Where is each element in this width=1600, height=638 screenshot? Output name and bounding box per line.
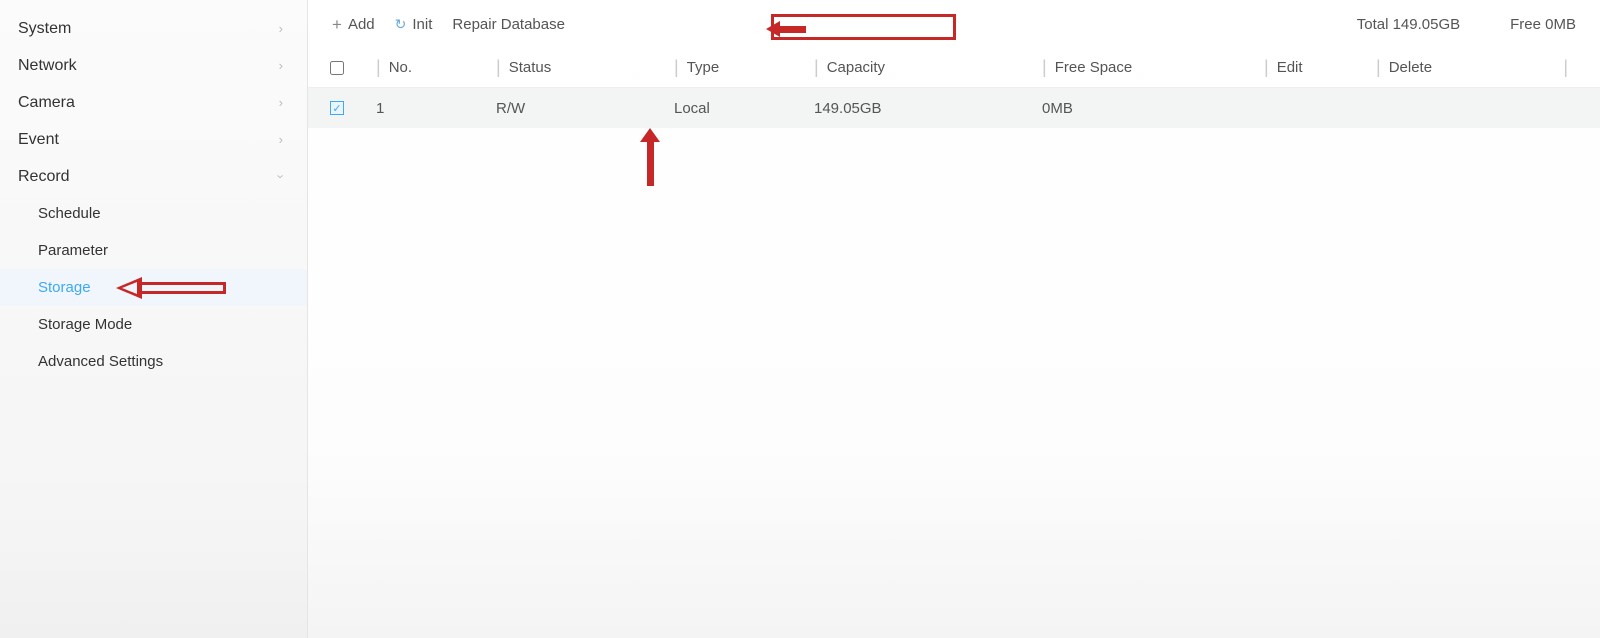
table-header: |No. |Status |Type |Capacity |Free Space…: [308, 48, 1600, 88]
header-delete: |Delete: [1376, 57, 1486, 78]
sidebar-sub-label: Storage Mode: [38, 316, 132, 333]
sidebar-item-label: Network: [18, 57, 77, 75]
repair-label: Repair Database: [452, 16, 565, 33]
sidebar-sub-advanced-settings[interactable]: Advanced Settings: [0, 343, 307, 380]
sidebar: System › Network › Camera › Event › Reco…: [0, 0, 308, 638]
sidebar-item-camera[interactable]: Camera ›: [0, 84, 307, 121]
row-type: Local: [674, 100, 814, 117]
row-free: 0MB: [1042, 100, 1264, 117]
header-edit: |Edit: [1264, 57, 1376, 78]
sidebar-item-label: Record: [18, 168, 70, 186]
sidebar-item-system[interactable]: System ›: [0, 10, 307, 47]
sidebar-sub-label: Storage: [38, 279, 91, 296]
sidebar-item-event[interactable]: Event ›: [0, 121, 307, 158]
header-end: |: [1486, 57, 1576, 78]
sidebar-sub-parameter[interactable]: Parameter: [0, 232, 307, 269]
chevron-right-icon: ›: [279, 95, 283, 110]
sidebar-item-label: System: [18, 20, 71, 38]
row-status: R/W: [496, 100, 674, 117]
chevron-right-icon: ›: [279, 132, 283, 147]
header-status: |Status: [496, 57, 674, 78]
table-row[interactable]: ✓ 1 R/W Local 149.05GB 0MB: [308, 88, 1600, 128]
header-capacity: |Capacity: [814, 57, 1042, 78]
sidebar-sub-storage[interactable]: Storage: [0, 269, 307, 306]
sidebar-sub-label: Schedule: [38, 205, 101, 222]
row-checkbox-cell: ✓: [320, 101, 376, 115]
annotation-arrow-to-init: [768, 22, 806, 38]
row-no: 1: [376, 100, 496, 117]
main-content: + Add ↻ Init Repair Database Total 149.0…: [308, 0, 1600, 638]
sidebar-sub-label: Parameter: [38, 242, 108, 259]
sidebar-sub-storage-mode[interactable]: Storage Mode: [0, 306, 307, 343]
chevron-right-icon: ›: [279, 21, 283, 36]
header-free: |Free Space: [1042, 57, 1264, 78]
header-no: |No.: [376, 57, 496, 78]
header-checkbox-cell: [320, 61, 376, 75]
select-all-checkbox[interactable]: [330, 61, 344, 75]
free-space-label: Free 0MB: [1510, 16, 1576, 33]
annotation-arrow-to-checkbox: [641, 128, 661, 186]
init-button[interactable]: ↻ Init: [395, 16, 433, 33]
row-capacity: 149.05GB: [814, 100, 1042, 117]
sidebar-sub-label: Advanced Settings: [38, 353, 163, 370]
chevron-down-icon: ›: [273, 174, 288, 178]
sidebar-item-label: Event: [18, 131, 59, 149]
plus-icon: +: [332, 16, 342, 33]
add-button[interactable]: + Add: [332, 16, 375, 33]
row-checkbox[interactable]: ✓: [330, 101, 344, 115]
sidebar-item-network[interactable]: Network ›: [0, 47, 307, 84]
header-type: |Type: [674, 57, 814, 78]
chevron-right-icon: ›: [279, 58, 283, 73]
sidebar-sub-schedule[interactable]: Schedule: [0, 195, 307, 232]
storage-table: |No. |Status |Type |Capacity |Free Space…: [308, 48, 1600, 128]
add-label: Add: [348, 16, 375, 33]
repair-database-button[interactable]: Repair Database: [452, 16, 565, 33]
sidebar-item-label: Camera: [18, 94, 75, 112]
total-space-label: Total 149.05GB: [1357, 16, 1460, 33]
refresh-icon: ↻: [395, 16, 407, 33]
toolbar: + Add ↻ Init Repair Database Total 149.0…: [308, 0, 1600, 48]
sidebar-item-record[interactable]: Record ›: [0, 158, 307, 195]
init-label: Init: [412, 16, 432, 33]
